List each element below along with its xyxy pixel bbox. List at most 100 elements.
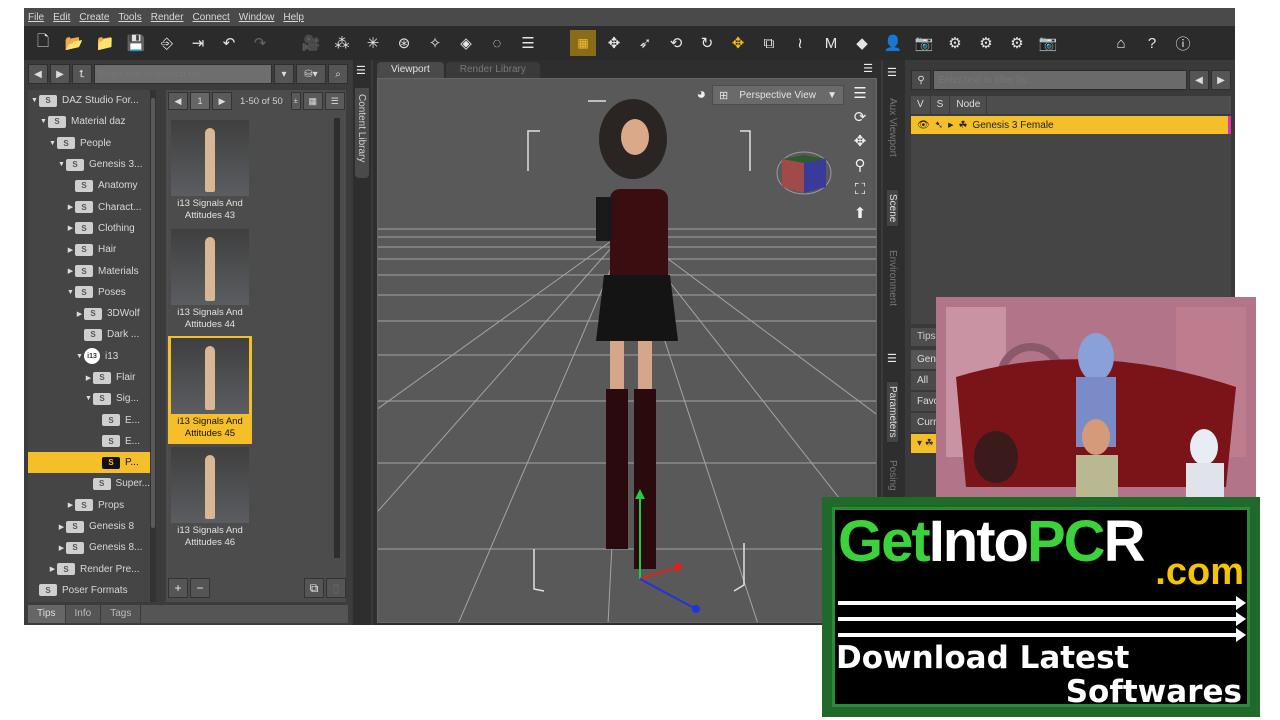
tab-environment[interactable]: Environment: [887, 250, 898, 306]
expand-down-icon[interactable]: ▼: [84, 395, 93, 402]
universal-tool-icon[interactable]: ✥: [601, 30, 627, 56]
select-arrow-icon[interactable]: ➷: [935, 120, 943, 131]
new-linear-point-light-icon[interactable]: ✧: [422, 30, 448, 56]
tree-item[interactable]: ▼ S Material daz: [28, 111, 150, 132]
tree-item[interactable]: ▼ i13 i13: [28, 346, 150, 367]
tree-scrollbar[interactable]: [150, 90, 156, 602]
export-icon[interactable]: ⇥: [185, 30, 211, 56]
remove-button[interactable]: −: [190, 578, 210, 598]
tool-settings-icon[interactable]: ▦: [570, 30, 596, 56]
icon-view-icon[interactable]: ▦: [302, 92, 323, 110]
open-folder-icon[interactable]: 📂: [61, 30, 87, 56]
render-camera-icon[interactable]: ⚙: [1004, 30, 1030, 56]
tab-info[interactable]: Info: [66, 605, 102, 623]
tab-parameters[interactable]: Parameters: [887, 382, 898, 442]
tab-tags[interactable]: Tags: [101, 605, 142, 623]
forward-icon[interactable]: ▶: [50, 64, 70, 84]
expand-down-icon[interactable]: ▼: [75, 353, 84, 360]
new-file-icon[interactable]: 🗋: [30, 30, 56, 56]
tree-item[interactable]: ▶ S Clothing: [28, 218, 150, 239]
translate-icon[interactable]: ✥: [725, 30, 751, 56]
expand-right-icon[interactable]: ▶: [66, 501, 75, 509]
new-primitive-icon[interactable]: ◈: [453, 30, 479, 56]
expand-down-icon[interactable]: ▼: [57, 161, 66, 168]
expand-right-icon[interactable]: ▶: [66, 267, 75, 275]
open-recent-icon[interactable]: 📁: [92, 30, 118, 56]
expand-down-icon[interactable]: ▼: [66, 289, 75, 296]
save-icon[interactable]: 💾: [123, 30, 149, 56]
next-page-button[interactable]: ▶: [212, 92, 232, 110]
filter-search-icon[interactable]: ⚲: [911, 70, 931, 90]
scene-filter-input[interactable]: [933, 70, 1187, 90]
3d-viewport[interactable]: ◕ ⊞ Perspective View ▼ ☰ ⟳ ✥ ⚲ ⛶ ⬆: [377, 78, 877, 623]
up-level-icon[interactable]: ⮤: [72, 64, 92, 84]
render-icon[interactable]: 📷: [1035, 30, 1061, 56]
draw-style-icon[interactable]: ◕: [696, 86, 706, 104]
column-node[interactable]: Node: [950, 96, 988, 114]
menu-edit[interactable]: Edit: [53, 12, 70, 23]
tree-item[interactable]: ▶ S Hair: [28, 239, 150, 260]
joint-editor-icon[interactable]: ≀: [787, 30, 813, 56]
add-button[interactable]: +: [168, 578, 188, 598]
tab-scene[interactable]: Scene: [887, 190, 898, 227]
viewport-menu-icon[interactable]: ☰: [853, 85, 866, 103]
prev-page-button[interactable]: ◀: [168, 92, 188, 110]
align-icon[interactable]: ☰: [515, 30, 541, 56]
new-spot-light-icon[interactable]: ✳: [360, 30, 386, 56]
menu-window[interactable]: Window: [239, 12, 275, 23]
tree-item[interactable]: S Super...: [28, 473, 150, 494]
column-visible[interactable]: V: [911, 96, 931, 114]
expand-right-icon[interactable]: ▶: [84, 374, 93, 382]
menu-create[interactable]: Create: [79, 12, 109, 23]
new-distant-light-icon[interactable]: ⁂: [329, 30, 355, 56]
tree-item[interactable]: S E...: [28, 431, 150, 452]
view-cube[interactable]: [776, 151, 832, 195]
tree-item[interactable]: ▶ S Charact...: [28, 196, 150, 217]
content-search-input[interactable]: [94, 64, 272, 84]
column-selectable[interactable]: S: [931, 96, 951, 114]
scene-node-row[interactable]: 👁 ➷ ▶ ☘ Genesis 3 Female: [911, 116, 1231, 134]
tree-item[interactable]: ▼ S DAZ Studio For...: [28, 90, 150, 111]
tab-viewport[interactable]: Viewport: [377, 62, 444, 78]
undo-icon[interactable]: ↶: [216, 30, 242, 56]
new-null-icon[interactable]: ◌: [484, 30, 510, 56]
page-number[interactable]: 1: [190, 92, 210, 110]
pan-icon[interactable]: ✥: [854, 133, 867, 151]
tree-item[interactable]: S Dark ...: [28, 324, 150, 345]
whats-this-icon[interactable]: ?: [1139, 30, 1165, 56]
scene-forward-icon[interactable]: ▶: [1211, 70, 1231, 90]
expand-right-icon[interactable]: ▶: [66, 203, 75, 211]
tab-posing[interactable]: Posing: [887, 460, 898, 491]
panel-menu-icon[interactable]: ☰: [356, 64, 366, 77]
expand-right-icon[interactable]: ▶: [66, 246, 75, 254]
redo-icon[interactable]: ↷: [247, 30, 273, 56]
tree-item[interactable]: ▼ S People: [28, 133, 150, 154]
tree-item[interactable]: ▶ S Render Pre...: [28, 559, 150, 580]
tree-item[interactable]: ▶ S 3DWolf: [28, 303, 150, 324]
new-point-light-icon[interactable]: ⊛: [391, 30, 417, 56]
scale-icon[interactable]: ⧉: [756, 30, 782, 56]
tree-item[interactable]: ▼ S Sig...: [28, 388, 150, 409]
camera-tool-icon[interactable]: 📷: [911, 30, 937, 56]
tree-item[interactable]: S E...: [28, 409, 150, 430]
menu-connect[interactable]: Connect: [193, 12, 230, 23]
zoom-icon[interactable]: ⚲: [855, 157, 866, 175]
view-select[interactable]: ⊞ Perspective View ▼: [712, 85, 844, 105]
scene-back-icon[interactable]: ◀: [1189, 70, 1209, 90]
pane-menu-icon[interactable]: ☰: [863, 62, 873, 75]
content-item[interactable]: i13 Signals And Attitudes 43: [168, 118, 252, 226]
menu-file[interactable]: File: [28, 12, 44, 23]
menu-help[interactable]: Help: [283, 12, 304, 23]
expand-arrow-icon[interactable]: ▶: [948, 121, 953, 129]
content-item[interactable]: i13 Signals And Attitudes 46: [168, 445, 252, 553]
search-history-dropdown[interactable]: ▾: [274, 64, 294, 84]
merge-icon[interactable]: ⎆: [154, 30, 180, 56]
paste-icon[interactable]: ▯: [326, 578, 346, 598]
tree-item[interactable]: ▶ S Genesis 8: [28, 516, 150, 537]
surface-selection-icon[interactable]: M: [818, 30, 844, 56]
figure-setup-icon[interactable]: 👤: [880, 30, 906, 56]
tab-content-library[interactable]: Content Library: [355, 88, 369, 178]
expand-right-icon[interactable]: ▶: [57, 523, 66, 531]
tree-item[interactable]: S Poser Formats: [28, 580, 150, 601]
frame-icon[interactable]: ⛶: [855, 181, 866, 199]
